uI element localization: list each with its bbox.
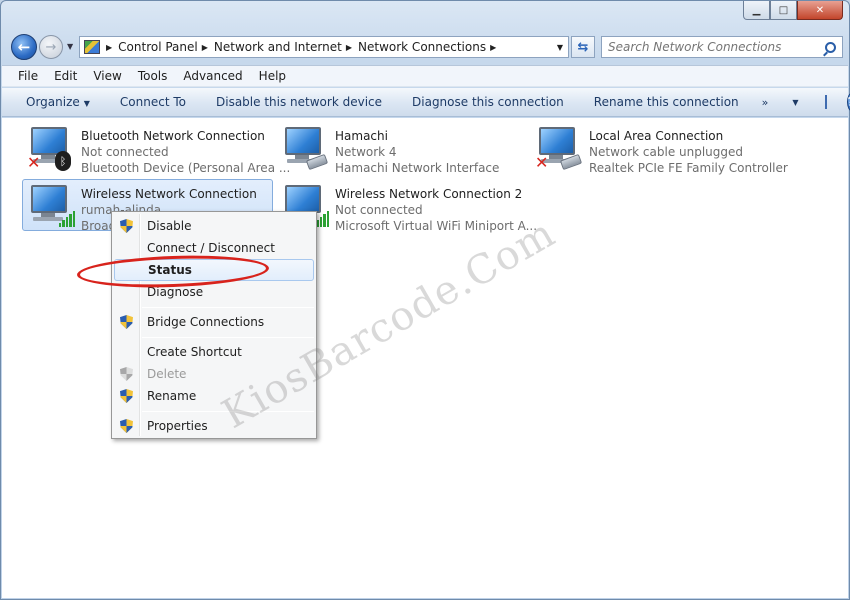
menu-item-label: Create Shortcut (147, 345, 242, 359)
connection-title: Bluetooth Network Connection (81, 129, 265, 143)
chevron-right-icon[interactable]: ▶ (106, 43, 112, 52)
menu-item-bridge-connections[interactable]: Bridge Connections (114, 311, 314, 333)
connection-status: Not connected (335, 203, 423, 217)
connection-device: Hamachi Network Interface (335, 161, 500, 175)
breadcrumb-network-connections[interactable]: Network Connections (358, 40, 486, 54)
menu-separator (142, 337, 314, 338)
search-box (601, 36, 843, 58)
menu-help[interactable]: Help (251, 69, 294, 83)
chevron-down-icon: ▼ (83, 99, 90, 108)
chevron-right-icon[interactable]: ▶ (490, 43, 496, 52)
menu-item-label: Bridge Connections (147, 315, 265, 329)
uac-shield-icon (120, 419, 133, 433)
connect-to-button[interactable]: Connect To (105, 95, 201, 109)
menu-item-disable[interactable]: Disable (114, 215, 314, 237)
rename-connection-button[interactable]: Rename this connection (579, 95, 754, 109)
menu-advanced[interactable]: Advanced (175, 69, 250, 83)
refresh-icon: ⇆ (577, 39, 589, 55)
disconnected-x-icon: ✕ (27, 153, 41, 172)
menu-item-label: Rename (147, 389, 197, 403)
forward-button[interactable]: → (39, 35, 63, 59)
arrow-right-icon: → (45, 39, 57, 55)
connection-title: Hamachi (335, 129, 388, 143)
preview-pane-icon[interactable] (824, 95, 827, 109)
minimize-button[interactable]: ▁ (743, 1, 770, 20)
connection-status: Network cable unplugged (589, 145, 744, 159)
uac-shield-icon (120, 315, 133, 329)
menu-view[interactable]: View (85, 69, 129, 83)
command-bar: Organize ▼ Connect To Disable this networ… (2, 88, 850, 117)
connection-item-hamachi[interactable]: Hamachi Network 4 Hamachi Network Interf… (276, 121, 526, 175)
connection-status: Network 4 (335, 145, 397, 159)
network-cable-icon (559, 153, 583, 171)
connection-title: Wireless Network Connection (81, 187, 257, 201)
wifi-signal-icon (59, 211, 76, 227)
menu-item-label: Delete (147, 367, 187, 381)
more-commands-button[interactable]: » (762, 96, 769, 109)
menu-file[interactable]: File (2, 69, 46, 83)
search-input[interactable] (608, 40, 822, 54)
change-view-icon[interactable] (782, 95, 784, 109)
caption-buttons: ▁ □ ✕ (743, 1, 843, 20)
arrow-left-icon: ← (17, 38, 31, 56)
connection-device: Bluetooth Device (Personal Area ... (81, 161, 291, 175)
network-adapter-icon (27, 183, 76, 229)
menu-tools[interactable]: Tools (130, 69, 176, 83)
disconnected-x-icon: ✕ (535, 153, 549, 172)
menu-item-label: Properties (147, 419, 208, 433)
uac-shield-icon (120, 389, 133, 403)
menu-bar: File Edit View Tools Advanced Help (2, 65, 848, 87)
breadcrumb-control-panel[interactable]: Control Panel (118, 40, 198, 54)
chevron-down-icon[interactable]: ▼ (792, 98, 798, 107)
recent-pages-dropdown[interactable]: ▼ (67, 42, 73, 51)
address-row: ← → ▼ ▶ Control Panel ▶ Network and Inte… (9, 34, 843, 60)
chevron-right-icon[interactable]: ▶ (346, 43, 352, 52)
maximize-button[interactable]: □ (770, 1, 797, 20)
menu-edit[interactable]: Edit (46, 69, 85, 83)
network-adapter-icon: ✕ (535, 125, 583, 171)
network-adapter-icon (281, 125, 329, 171)
uac-shield-icon (120, 367, 133, 381)
uac-shield-icon (120, 219, 133, 233)
connection-item-local-area[interactable]: ✕ Local Area Connection Network cable un… (530, 121, 788, 175)
connection-status: Not connected (81, 145, 169, 159)
diagnose-connection-button[interactable]: Diagnose this connection (397, 95, 579, 109)
connection-title: Wireless Network Connection 2 (335, 187, 523, 201)
close-button[interactable]: ✕ (797, 1, 843, 20)
network-cable-icon (305, 153, 329, 171)
chevron-down-icon[interactable]: ▼ (552, 43, 568, 52)
help-icon[interactable]: ? (846, 93, 850, 111)
menu-item-label: Connect / Disconnect (147, 241, 275, 255)
disable-device-button[interactable]: Disable this network device (201, 95, 397, 109)
address-bar[interactable]: ▶ Control Panel ▶ Network and Internet ▶… (79, 36, 569, 58)
connection-device: Realtek PCIe FE Family Controller (589, 161, 788, 175)
back-button[interactable]: ← (11, 34, 37, 60)
connection-item-bluetooth[interactable]: ✕ ᛒ Bluetooth Network Connection Not con… (22, 121, 290, 175)
menu-item-properties[interactable]: Properties (114, 415, 314, 437)
menu-separator (142, 307, 314, 308)
chevron-right-icon[interactable]: ▶ (202, 43, 208, 52)
organize-button[interactable]: Organize ▼ (2, 95, 105, 109)
network-adapter-icon: ✕ ᛒ (27, 125, 75, 171)
breadcrumb-network-and-internet[interactable]: Network and Internet (214, 40, 342, 54)
control-panel-icon (84, 40, 100, 54)
refresh-button[interactable]: ⇆ (571, 36, 595, 58)
connection-title: Local Area Connection (589, 129, 724, 143)
menu-item-label: Disable (147, 219, 192, 233)
search-icon[interactable] (825, 41, 836, 53)
bluetooth-icon: ᛒ (55, 151, 71, 171)
explorer-window: ▁ □ ✕ ← → ▼ ▶ Control Panel ▶ Network an… (0, 0, 850, 600)
organize-label: Organize (26, 95, 80, 109)
